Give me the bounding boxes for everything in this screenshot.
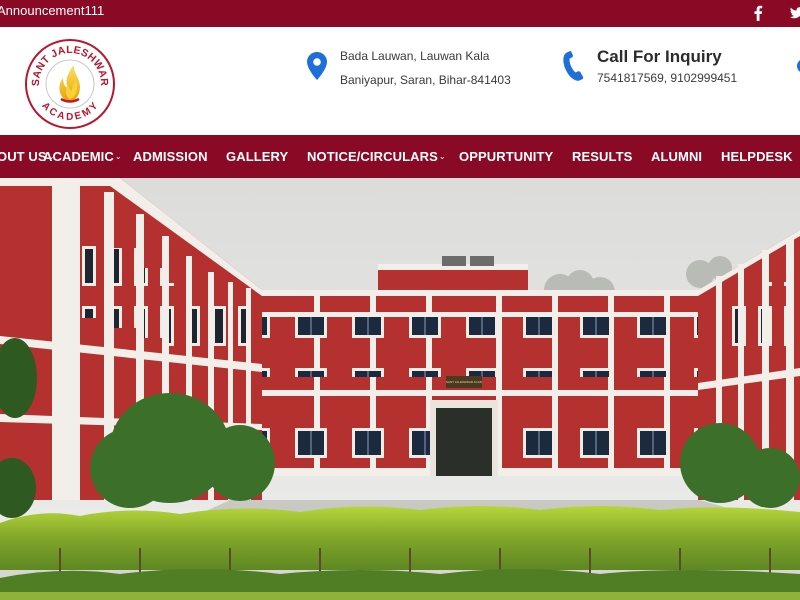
nav-item-oppurtunity[interactable]: OPPURTUNITY: [459, 149, 553, 164]
site-header: SANT JALESHWAR ACADEMY Bada Lauwan, Lauw…: [0, 27, 800, 135]
top-announcement-bar: Announcement111: [0, 0, 800, 27]
nav-item-admission[interactable]: ADMISSION: [133, 149, 208, 164]
chevron-down-icon: ⌄: [114, 152, 122, 161]
nav-label: ADMISSION: [133, 149, 208, 164]
phone-icon: [562, 50, 586, 87]
call-for-inquiry-title: Call For Inquiry: [597, 47, 722, 66]
address-line-2: Baniyapur, Saran, Bihar-841403: [340, 73, 511, 87]
nav-label: ALUMNI: [651, 149, 703, 164]
chevron-down-icon: ⌄: [438, 152, 446, 161]
nav-label: GALLERY: [226, 149, 289, 164]
email-icon: [795, 57, 800, 75]
twitter-icon[interactable]: [790, 4, 800, 22]
nav-item-helpdesk[interactable]: HELPDESK: [721, 149, 793, 164]
nav-item-results[interactable]: RESULTS: [572, 149, 632, 164]
nav-item-alumni[interactable]: ALUMNI: [651, 149, 702, 164]
entrance-sign-text: SANT JALESHWAR ACADEMY: [446, 380, 482, 384]
main-navigation: ABOUT US⌄ ACADEMIC⌄ ADMISSION GALLERY NO…: [0, 135, 800, 178]
facebook-icon[interactable]: [751, 4, 765, 22]
address-line-1: Bada Lauwan, Lauwan Kala: [340, 49, 490, 63]
nav-label: OPPURTUNITY: [459, 149, 554, 164]
announcement-text[interactable]: Announcement111: [0, 3, 104, 18]
nav-label: ACADEMIC: [43, 149, 114, 164]
academy-logo[interactable]: SANT JALESHWAR ACADEMY: [24, 38, 116, 130]
nav-label: HELPDESK: [721, 149, 793, 164]
nav-label: NOTICE/CIRCULARS: [307, 149, 438, 164]
nav-label: ABOUT US: [0, 149, 47, 164]
location-pin-icon: [307, 52, 327, 85]
nav-item-academic[interactable]: ACADEMIC⌄: [43, 149, 122, 164]
nav-label: RESULTS: [572, 149, 633, 164]
nav-item-gallery[interactable]: GALLERY: [226, 149, 288, 164]
hero-banner-image: SANT JALESHWAR ACADEMY: [0, 178, 800, 600]
inquiry-phone-numbers[interactable]: 7541817569, 9102999451: [597, 71, 737, 85]
nav-item-notice-circulars[interactable]: NOTICE/CIRCULARS⌄: [307, 149, 446, 164]
